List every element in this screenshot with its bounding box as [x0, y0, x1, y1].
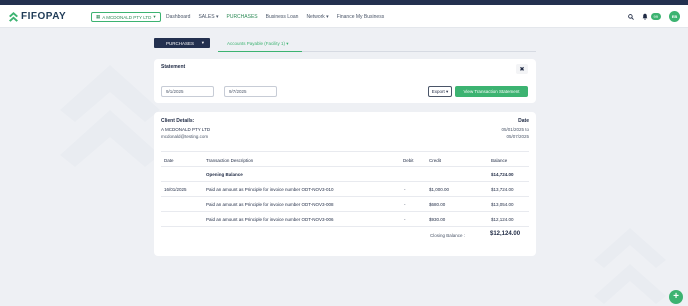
row-2-credit: $680.00 — [429, 202, 446, 207]
add-floating-button[interactable]: + — [669, 290, 683, 304]
date-range-from: 05/01/2025 to — [501, 127, 529, 132]
row-1-debit: - — [404, 187, 406, 192]
column-header-credit: Credit — [429, 158, 442, 163]
search-icon[interactable] — [627, 13, 634, 20]
statement-card: Statement ✖ 9/1/2025 9/7/2025 Export ▾ V… — [154, 59, 536, 103]
table-divider — [161, 151, 529, 152]
column-header-debit: Debit — [403, 158, 414, 163]
tab-accounts-payable[interactable]: Accounts Payable (Facility 1) ▾ — [227, 41, 289, 47]
logo-text: FIFOPAY — [21, 11, 67, 22]
table-divider — [161, 181, 529, 182]
company-select-label: A MCDONALD PTY LTD — [102, 14, 152, 20]
nav-icons: 99 EB — [627, 11, 680, 22]
close-button[interactable]: ✖ — [516, 64, 528, 74]
notification-badge: 99 — [650, 13, 661, 20]
company-select[interactable]: ▦ A MCDONALD PTY LTD ▾ — [91, 12, 161, 22]
nav-item-business-loan[interactable]: Business Loan — [266, 14, 299, 20]
column-header-date: Date — [164, 158, 174, 163]
chevron-down-icon: ▾ — [201, 40, 204, 45]
plus-icon: + — [673, 291, 679, 302]
purchases-dropdown-label: PURCHASES — [166, 40, 195, 46]
row-1-credit: $1,000.00 — [429, 187, 450, 192]
main-nav: Dashboard SALES ▾ PURCHASES Business Loa… — [166, 14, 392, 20]
row-1-balance: $13,724.00 — [491, 187, 514, 192]
chevron-down-icon: ▾ — [153, 14, 156, 19]
nav-item-network[interactable]: Network ▾ — [306, 14, 328, 20]
closing-balance-value: $12,124.00 — [490, 231, 521, 237]
bell-icon[interactable] — [642, 13, 648, 20]
start-date-field[interactable]: 9/1/2025 — [161, 86, 214, 97]
export-dropdown-button[interactable]: Export ▾ — [428, 86, 452, 97]
opening-balance-label: Opening Balance — [206, 172, 243, 177]
avatar[interactable]: EB — [669, 11, 680, 22]
active-tab-underline — [218, 51, 302, 52]
close-icon: ✖ — [519, 66, 525, 73]
date-range-to: 05/07/2025 — [506, 134, 529, 139]
opening-balance-value: $14,724.00 — [491, 172, 514, 177]
row-2-description: Paid an amount as Principle for invoice … — [206, 202, 334, 207]
tab-divider — [302, 51, 536, 52]
view-statement-label: View Transaction Statement — [463, 89, 520, 94]
view-transaction-statement-button[interactable]: View Transaction Statement — [455, 86, 528, 97]
row-1-date: 16/01/2025 — [164, 187, 187, 192]
table-divider — [161, 196, 529, 197]
client-email: mcdonald@testing.com — [161, 134, 209, 139]
statement-title: Statement — [161, 64, 186, 70]
table-divider — [161, 211, 529, 212]
nav-item-sales[interactable]: SALES ▾ — [198, 14, 218, 20]
row-1-description: Paid an amount as Principle for invoice … — [206, 187, 334, 192]
start-date-value: 9/1/2025 — [166, 89, 184, 94]
nav-item-dashboard[interactable]: Dashboard — [166, 14, 190, 20]
row-2-balance: $13,054.00 — [491, 202, 514, 207]
table-divider — [161, 166, 529, 167]
purchases-dropdown-button[interactable]: PURCHASES ▾ — [154, 38, 210, 48]
closing-balance-label: Closing Balance : — [430, 233, 466, 238]
nav-item-finance-my-business[interactable]: Finance My Business — [337, 14, 385, 20]
end-date-field[interactable]: 9/7/2025 — [224, 86, 277, 97]
nav-item-purchases[interactable]: PURCHASES — [227, 14, 258, 20]
client-details-label: Client Details: — [161, 118, 195, 124]
row-2-debit: - — [404, 202, 406, 207]
statement-report-card: Client Details: A MCDONALD PTY LTD mcdon… — [154, 112, 536, 256]
fifopay-logo[interactable]: FIFOPAY — [9, 11, 66, 22]
date-label: Date — [518, 118, 529, 124]
company-grid-icon: ▦ — [96, 14, 101, 19]
column-header-description: Transaction Description — [206, 158, 254, 163]
client-name: A MCDONALD PTY LTD — [161, 127, 211, 132]
row-3-debit: - — [404, 217, 406, 222]
row-3-credit: $930.00 — [429, 217, 446, 222]
fifopay-logo-icon — [9, 11, 18, 22]
background-chevron-icon-2 — [594, 228, 666, 304]
export-label: Export ▾ — [431, 88, 449, 94]
top-navbar: FIFOPAY ▦ A MCDONALD PTY LTD ▾ Dashboard… — [0, 5, 688, 28]
row-3-description: Paid an amount as Principle for invoice … — [206, 217, 334, 222]
background-chevron-icon — [60, 65, 160, 167]
row-3-balance: $12,124.00 — [491, 217, 514, 222]
column-header-balance: Balance — [491, 158, 508, 163]
end-date-value: 9/7/2025 — [229, 89, 247, 94]
table-divider — [161, 226, 529, 227]
